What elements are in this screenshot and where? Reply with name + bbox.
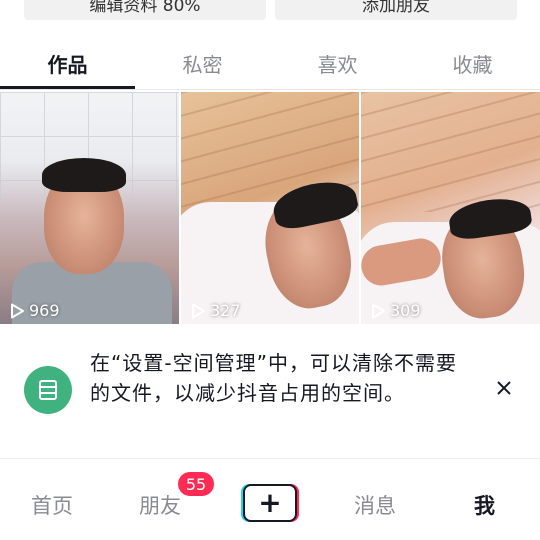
person-hair <box>42 158 126 192</box>
view-count: 969 <box>8 301 60 320</box>
view-count: 327 <box>189 301 241 320</box>
tab-favorites[interactable]: 收藏 <box>405 36 540 90</box>
tab-liked[interactable]: 喜欢 <box>270 36 405 90</box>
nav-friends[interactable]: 朋友 <box>139 490 181 520</box>
bottom-nav: 首页 朋友 55 + 消息 我 <box>0 460 540 540</box>
nav-home[interactable]: 首页 <box>31 490 73 520</box>
video-thumbnail[interactable]: 969 <box>0 92 179 324</box>
add-friends-label: 添加朋友 <box>362 0 430 16</box>
video-thumbnail[interactable]: 309 <box>361 92 540 324</box>
tab-private[interactable]: 私密 <box>135 36 270 90</box>
storage-icon <box>24 366 72 414</box>
view-count: 309 <box>369 301 421 320</box>
video-thumbnail[interactable]: 327 <box>181 92 359 324</box>
create-button[interactable]: + <box>241 484 299 522</box>
profile-action-buttons: 编辑资料 80% 添加朋友 <box>0 0 540 22</box>
tab-works[interactable]: 作品 <box>0 36 135 90</box>
view-count-value: 309 <box>390 301 421 320</box>
profile-tabs: 作品 私密 喜欢 收藏 <box>0 36 540 90</box>
wood-wall-background <box>361 92 540 212</box>
add-friends-button[interactable]: 添加朋友 <box>275 0 517 20</box>
notice-message: 在“设置-空间管理”中，可以清除不需要的文件，以减少抖音占用的空间。 <box>90 351 457 405</box>
nav-messages[interactable]: 消息 <box>354 490 396 520</box>
play-outline-icon <box>192 303 205 318</box>
nav-me[interactable]: 我 <box>474 490 495 520</box>
play-outline-icon <box>11 303 24 318</box>
edit-profile-label: 编辑资料 80% <box>89 0 201 16</box>
bottom-nav-divider <box>0 458 540 459</box>
plus-icon: + <box>243 484 297 522</box>
view-count-value: 327 <box>210 301 241 320</box>
play-outline-icon <box>372 303 385 318</box>
view-count-value: 969 <box>29 301 60 320</box>
video-grid: 969 327 309 <box>0 92 540 324</box>
storage-notice: 在“设置-空间管理”中，可以清除不需要的文件，以减少抖音占用的空间。 <box>0 336 540 456</box>
tab-divider <box>0 89 540 90</box>
friends-badge: 55 <box>178 472 214 496</box>
close-icon[interactable] <box>492 376 516 400</box>
edit-profile-button[interactable]: 编辑资料 80% <box>24 0 266 20</box>
